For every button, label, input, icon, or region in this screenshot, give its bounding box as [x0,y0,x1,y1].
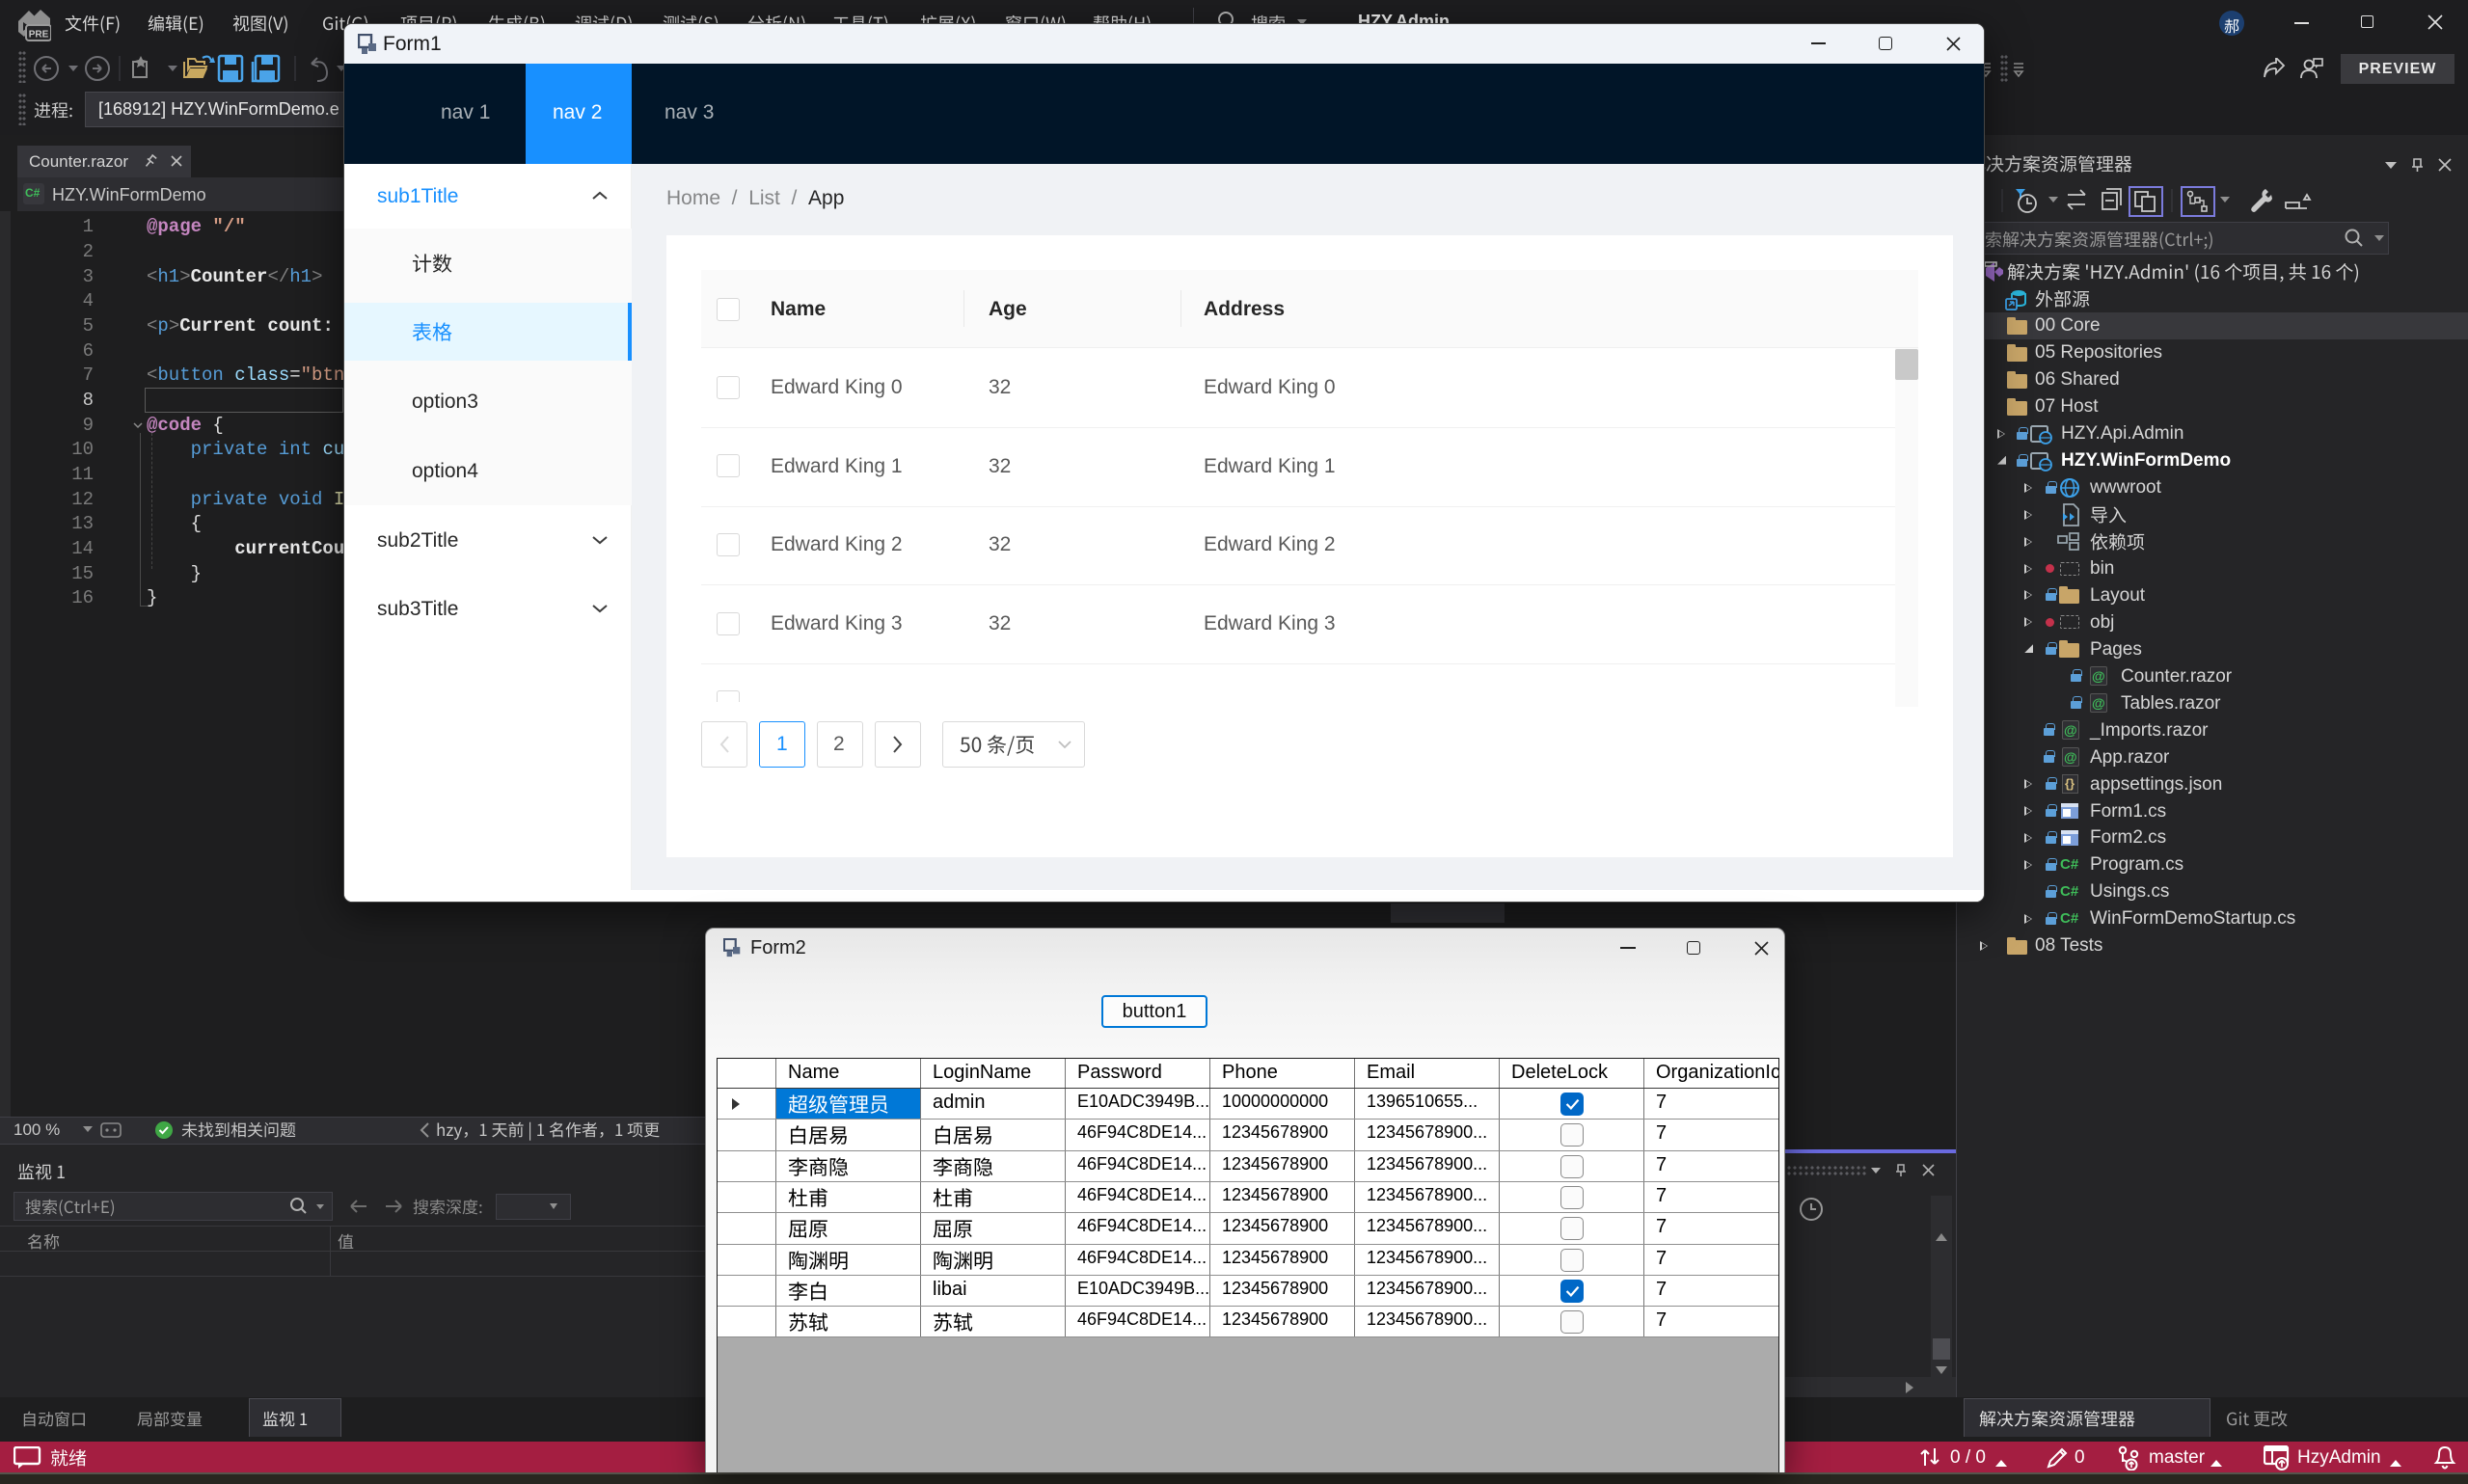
svg-text:PRE: PRE [29,30,49,40]
